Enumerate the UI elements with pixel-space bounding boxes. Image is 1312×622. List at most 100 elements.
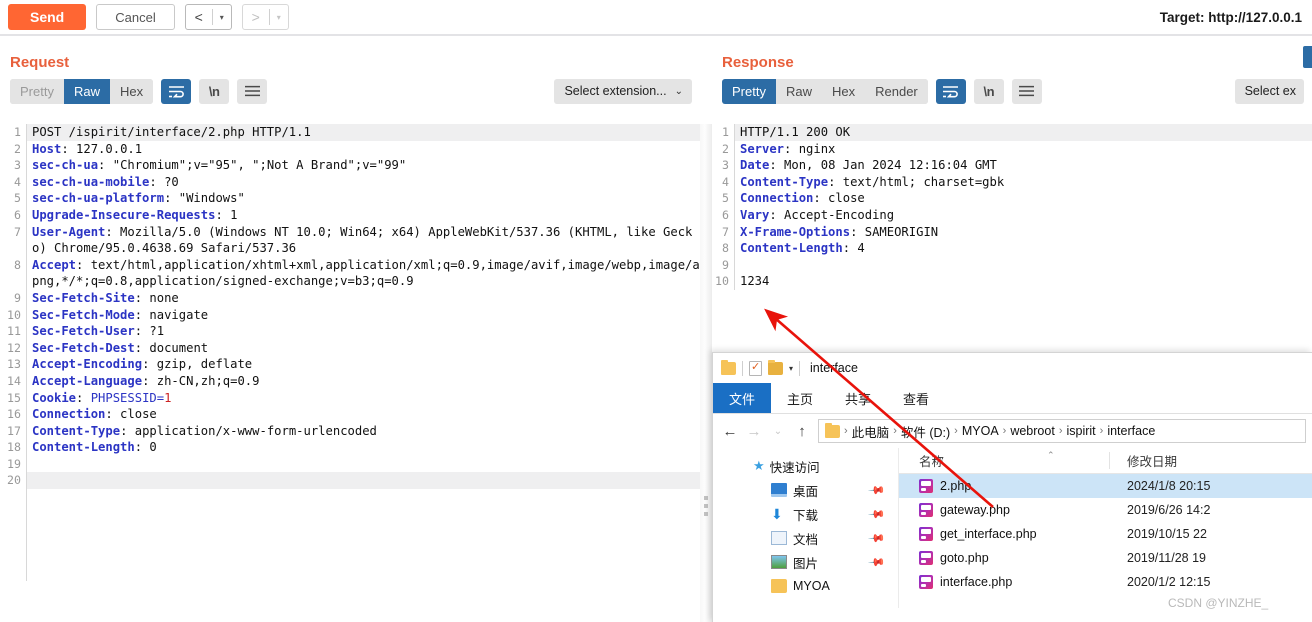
- file-name: goto.php: [940, 551, 989, 565]
- forward-icon[interactable]: →: [743, 423, 765, 440]
- breadcrumb-item-3[interactable]: webroot: [1010, 424, 1054, 438]
- tab-request-raw[interactable]: Raw: [63, 78, 110, 104]
- pin-icon[interactable]: 📌: [868, 481, 887, 499]
- line-number: 8: [14, 257, 21, 272]
- sidebar-item-myoa[interactable]: MYOA: [713, 574, 898, 598]
- breadcrumb[interactable]: › 此电脑 › 软件 (D:) › MYOA › webroot › ispir…: [818, 419, 1306, 443]
- watermark-text: CSDN @YINZHE_: [1168, 596, 1269, 610]
- tab-response-render[interactable]: Render: [865, 78, 928, 104]
- header-name: Accept: [32, 257, 77, 272]
- php-file-icon: [919, 503, 933, 517]
- back-icon[interactable]: ←: [719, 423, 741, 440]
- new-folder-icon[interactable]: [768, 359, 783, 375]
- wordwrap-icon[interactable]: [161, 78, 192, 104]
- pin-icon[interactable]: 📌: [868, 553, 887, 571]
- ribbon-tab-view[interactable]: 查看: [887, 383, 945, 413]
- code-line: 2 Server: nginx: [712, 140, 1312, 158]
- breadcrumb-sep: ›: [1099, 425, 1104, 437]
- request-editor[interactable]: 1 POST /ispirit/interface/2.php HTTP/1.1…: [0, 124, 700, 622]
- up-icon[interactable]: ↑: [791, 423, 813, 440]
- back-caret-icon[interactable]: ▾: [213, 5, 231, 29]
- forward-history-button[interactable]: > ▾: [241, 4, 289, 30]
- table-row[interactable]: gateway.php 2019/6/26 14:2: [899, 498, 1312, 522]
- newline-icon[interactable]: \n: [973, 78, 1004, 104]
- back-history-button[interactable]: < ▾: [184, 4, 232, 30]
- response-view-tabs: Pretty Raw Hex Render: [722, 78, 928, 104]
- breadcrumb-item-0[interactable]: 此电脑: [852, 422, 890, 441]
- hamburger-icon[interactable]: [1011, 78, 1042, 104]
- line-number: 9: [722, 257, 729, 272]
- header-value: application/x-www-form-urlencoded: [127, 423, 377, 438]
- code-line: 9 Sec-Fetch-Site: none: [0, 289, 700, 307]
- pin-icon[interactable]: 📌: [868, 505, 887, 523]
- ribbon-tab-file[interactable]: 文件: [713, 383, 772, 413]
- folder-icon[interactable]: [721, 359, 736, 375]
- sidebar-item-quick-access[interactable]: ★ 快速访问: [713, 454, 898, 478]
- tab-response-pretty[interactable]: Pretty: [722, 78, 776, 104]
- cancel-button[interactable]: Cancel: [96, 4, 175, 30]
- explorer-address-bar: ← → ⌄ ↑ › 此电脑 › 软件 (D:) › MYOA › webroot…: [713, 414, 1312, 448]
- breadcrumb-sep: ›: [1002, 425, 1007, 437]
- breadcrumb-item-4[interactable]: ispirit: [1066, 424, 1095, 438]
- tab-request-hex[interactable]: Hex: [109, 78, 154, 104]
- column-header-date[interactable]: 修改日期: [1119, 451, 1177, 470]
- cookie-name: PHPSESSID=: [83, 390, 165, 405]
- line-number: 3: [722, 158, 729, 173]
- column-header-name[interactable]: 名称: [899, 451, 1119, 470]
- sidebar-item-documents[interactable]: 文档 📌: [713, 526, 898, 550]
- file-explorer-window[interactable]: ▾ interface 文件 主页 共享 查看 ← → ⌄ ↑ › 此电脑 › …: [712, 352, 1312, 622]
- line-number: 8: [722, 241, 729, 256]
- properties-icon[interactable]: [749, 360, 762, 376]
- send-button[interactable]: Send: [8, 4, 87, 30]
- line-content: Connection: close: [26, 406, 700, 423]
- ribbon-tab-share[interactable]: 共享: [829, 383, 887, 413]
- breadcrumb-sep: ›: [844, 425, 848, 437]
- forward-caret-icon[interactable]: ▾: [270, 5, 288, 29]
- line-content: Accept: text/html,application/xhtml+xml,…: [26, 256, 700, 290]
- header-value: 127.0.0.1: [68, 141, 143, 156]
- line-number: 6: [722, 207, 729, 222]
- line-content: sec-ch-ua: "Chromium";v="95", ";Not A Br…: [26, 157, 700, 174]
- table-row[interactable]: get_interface.php 2019/10/15 22: [899, 522, 1312, 546]
- tab-response-hex[interactable]: Hex: [821, 78, 866, 104]
- code-line: 3 sec-ch-ua: "Chromium";v="95", ";Not A …: [0, 157, 700, 174]
- tab-response-raw[interactable]: Raw: [775, 78, 822, 104]
- hamburger-icon[interactable]: [237, 78, 268, 104]
- file-date: 2019/6/26 14:2: [1127, 503, 1211, 517]
- response-select-extension-dropdown[interactable]: Select ex: [1234, 78, 1304, 104]
- sidebar-item-label: 文档: [793, 532, 819, 547]
- ribbon-tab-home[interactable]: 主页: [771, 383, 829, 413]
- line-content: Host: 127.0.0.1: [26, 140, 700, 158]
- line-number: 18: [7, 440, 21, 455]
- repeater-toolbar: Send Cancel < ▾ > ▾ Target: http://127.0…: [0, 0, 1312, 34]
- wordwrap-icon[interactable]: [935, 78, 966, 104]
- line-number: 20: [7, 473, 21, 488]
- column-divider[interactable]: [1109, 452, 1110, 469]
- request-select-extension-dropdown[interactable]: Select extension... ⌄: [554, 78, 692, 104]
- table-row[interactable]: goto.php 2019/11/28 19: [899, 546, 1312, 570]
- file-date: 2019/10/15 22: [1127, 527, 1207, 541]
- panel-splitter[interactable]: [700, 124, 712, 622]
- file-list-header: ⌃ 名称 修改日期: [899, 448, 1312, 474]
- header-value: Mozilla/5.0 (Windows NT 10.0; Win64; x64…: [32, 224, 693, 256]
- recent-locations-icon[interactable]: ⌄: [767, 426, 789, 437]
- code-line: 14 Accept-Language: zh-CN,zh;q=0.9: [0, 372, 700, 390]
- tab-request-pretty[interactable]: Pretty: [10, 78, 64, 104]
- customize-caret-icon[interactable]: ▾: [789, 364, 793, 373]
- table-row[interactable]: interface.php 2020/1/2 12:15: [899, 570, 1312, 594]
- sidebar-item-downloads[interactable]: ⬇ 下载 📌: [713, 502, 898, 526]
- pin-icon[interactable]: 📌: [868, 529, 887, 547]
- sidebar-item-desktop[interactable]: 桌面 📌: [713, 478, 898, 502]
- breadcrumb-item-5[interactable]: interface: [1107, 424, 1155, 438]
- splitter-grip-icon: [704, 496, 708, 520]
- request-select-extension-label: Select extension...: [564, 84, 667, 98]
- sidebar-item-pictures[interactable]: 图片 📌: [713, 550, 898, 574]
- breadcrumb-item-1[interactable]: 软件 (D:): [901, 422, 950, 441]
- file-name-cell: 2.php: [899, 479, 1119, 493]
- newline-icon[interactable]: \n: [199, 78, 230, 104]
- table-row[interactable]: 2.php 2024/1/8 20:15: [899, 474, 1312, 498]
- breadcrumb-item-2[interactable]: MYOA: [962, 424, 999, 438]
- line-number: 3: [14, 158, 21, 173]
- response-side-button[interactable]: [1303, 46, 1312, 68]
- request-view-tabs: Pretty Raw Hex: [10, 78, 154, 104]
